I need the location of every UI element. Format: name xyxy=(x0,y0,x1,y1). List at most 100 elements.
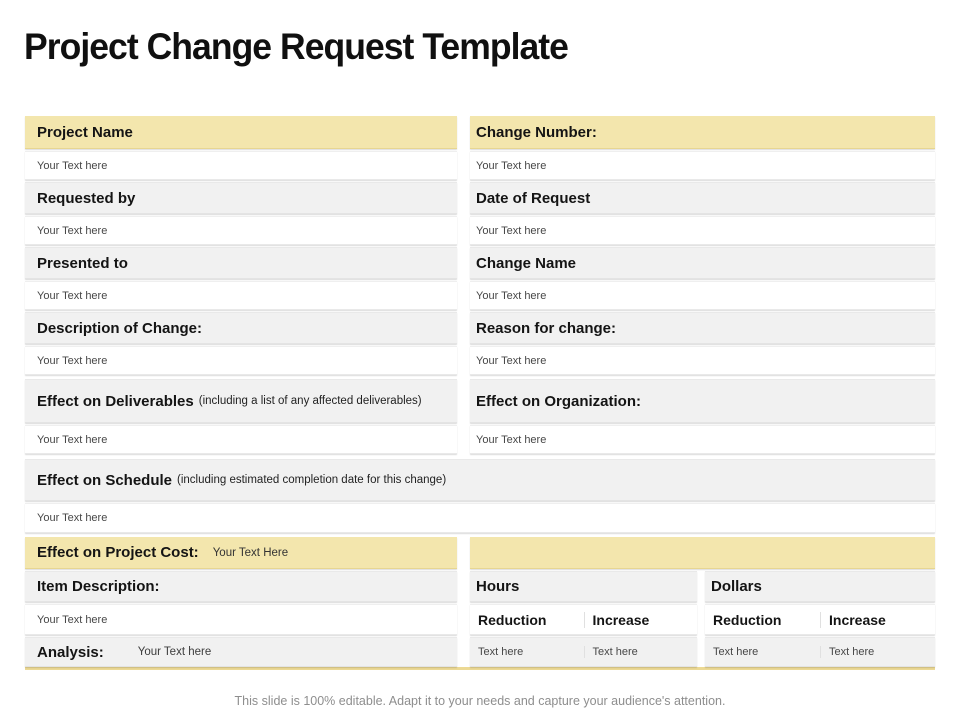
column-gutter xyxy=(697,604,705,635)
table-row: Your Text here Your Text here xyxy=(25,216,935,245)
column-gutter xyxy=(457,116,470,149)
placeholder-text: Your Text here xyxy=(476,434,546,446)
hours-increase-label: Increase xyxy=(593,612,650,628)
column-gutter xyxy=(457,247,470,279)
cell-project-name: Project Name xyxy=(25,116,457,149)
cell-effect-on-deliverables: Effect on Deliverables (including a list… xyxy=(25,379,457,423)
column-gutter xyxy=(457,379,470,423)
description-of-change-label: Description of Change: xyxy=(37,320,202,337)
dollars-increase-label: Increase xyxy=(829,612,886,628)
cell-effect-on-organization: Effect on Organization: xyxy=(470,379,935,423)
cell-item-description: Item Description: xyxy=(25,571,457,602)
placeholder-text: Your Text here xyxy=(476,160,546,172)
deliverables-note: (including a list of any affected delive… xyxy=(199,395,422,407)
reason-for-change-label: Reason for change: xyxy=(476,320,616,337)
dollars-subheader-group: Reduction Increase xyxy=(705,604,935,635)
change-number-label: Change Number: xyxy=(476,124,597,141)
effect-on-schedule-label: Effect on Schedule xyxy=(37,472,172,489)
placeholder-text: Your Text here xyxy=(476,355,546,367)
placeholder-text: Your Text here xyxy=(476,225,546,237)
table-row: Your Text here Your Text here xyxy=(25,425,935,454)
cell-requested-by-value: Your Text here xyxy=(25,216,457,245)
cell-description-of-change: Description of Change: xyxy=(25,312,457,344)
column-gutter xyxy=(457,182,470,214)
schedule-note: (including estimated completion date for… xyxy=(177,474,446,486)
column-gutter xyxy=(457,571,470,602)
cell-change-name: Change Name xyxy=(470,247,935,279)
editable-note: This slide is 100% editable. Adapt it to… xyxy=(0,694,960,708)
column-gutter xyxy=(697,571,705,602)
placeholder-text: Text here xyxy=(829,646,874,658)
cell-project-cost-blank xyxy=(470,537,935,569)
table-row: Your Text here Your Text here xyxy=(25,281,935,310)
cell-effect-on-schedule: Effect on Schedule (including estimated … xyxy=(25,459,935,501)
cell-item-value: Your Text here xyxy=(25,604,457,635)
cell-requested-by: Requested by xyxy=(25,182,457,214)
cell-date-of-request-value: Your Text here xyxy=(470,216,935,245)
cell-change-number: Change Number: xyxy=(470,116,935,149)
column-gutter xyxy=(457,312,470,344)
table-row: Requested by Date of Request xyxy=(25,182,935,214)
placeholder-text: Your Text Here xyxy=(213,547,288,559)
table-row: Your Text here xyxy=(25,503,935,533)
cell-deliverables-value: Your Text here xyxy=(25,425,457,454)
placeholder-text: Your Text here xyxy=(37,290,107,302)
cell-organization-value: Your Text here xyxy=(470,425,935,454)
placeholder-text: Your Text here xyxy=(476,290,546,302)
cell-project-name-value: Your Text here xyxy=(25,151,457,180)
table-row: Presented to Change Name xyxy=(25,247,935,279)
column-gutter xyxy=(457,151,470,180)
cell-presented-to-value: Your Text here xyxy=(25,281,457,310)
cell-hours-header: Hours xyxy=(470,571,697,602)
placeholder-text: Your Text here xyxy=(37,160,107,172)
placeholder-text: Text here xyxy=(713,646,758,658)
cell-analysis-hours-increase: Text here xyxy=(584,646,698,658)
change-name-label: Change Name xyxy=(476,255,576,272)
table-row: Description of Change: Reason for change… xyxy=(25,312,935,344)
dollars-label: Dollars xyxy=(711,578,762,595)
table-row: Item Description: Hours Dollars xyxy=(25,571,935,602)
placeholder-text: Your Text here xyxy=(37,512,107,524)
placeholder-text: Your Text here xyxy=(37,614,107,626)
cell-dollars-reduction: Reduction xyxy=(705,612,820,628)
hours-reduction-label: Reduction xyxy=(478,612,546,628)
slide-canvas: Project Change Request Template Project … xyxy=(0,0,960,720)
project-name-label: Project Name xyxy=(37,124,133,141)
effect-on-project-cost-label: Effect on Project Cost: xyxy=(37,544,199,561)
cell-hours-reduction: Reduction xyxy=(470,612,584,628)
cell-analysis-dollars-increase: Text here xyxy=(820,646,935,658)
cell-schedule-value: Your Text here xyxy=(25,503,935,533)
effect-on-organization-label: Effect on Organization: xyxy=(476,393,641,410)
analysis-label: Analysis: xyxy=(37,644,104,661)
column-gutter xyxy=(457,425,470,454)
cell-reason-for-change: Reason for change: xyxy=(470,312,935,344)
analysis-dollars-group: Text here Text here xyxy=(705,637,935,667)
cell-effect-on-project-cost: Effect on Project Cost: Your Text Here xyxy=(25,537,457,569)
column-gutter xyxy=(457,537,470,569)
column-gutter xyxy=(457,281,470,310)
cell-dollars-header: Dollars xyxy=(705,571,935,602)
column-gutter xyxy=(457,346,470,375)
requested-by-label: Requested by xyxy=(37,190,135,207)
cell-presented-to: Presented to xyxy=(25,247,457,279)
date-of-request-label: Date of Request xyxy=(476,190,590,207)
placeholder-text: Text here xyxy=(478,646,523,658)
placeholder-text: Text here xyxy=(593,646,638,658)
cell-change-number-value: Your Text here xyxy=(470,151,935,180)
cell-analysis-hours-reduction: Text here xyxy=(470,646,584,658)
hours-label: Hours xyxy=(476,578,519,595)
table-row: Project Name Change Number: xyxy=(25,116,935,149)
page-title: Project Change Request Template xyxy=(24,26,568,68)
dollars-reduction-label: Reduction xyxy=(713,612,781,628)
cell-date-of-request: Date of Request xyxy=(470,182,935,214)
column-gutter xyxy=(457,216,470,245)
cell-change-name-value: Your Text here xyxy=(470,281,935,310)
change-request-table: Project Name Change Number: Your Text he… xyxy=(25,116,935,672)
presented-to-label: Presented to xyxy=(37,255,128,272)
hours-subheader-group: Reduction Increase xyxy=(470,604,697,635)
cell-analysis-dollars-reduction: Text here xyxy=(705,646,820,658)
placeholder-text: Your Text here xyxy=(37,434,107,446)
table-row: Analysis: Your Text here Text here Text … xyxy=(25,637,935,670)
cell-hours-increase: Increase xyxy=(584,612,698,628)
column-gutter xyxy=(457,637,470,667)
